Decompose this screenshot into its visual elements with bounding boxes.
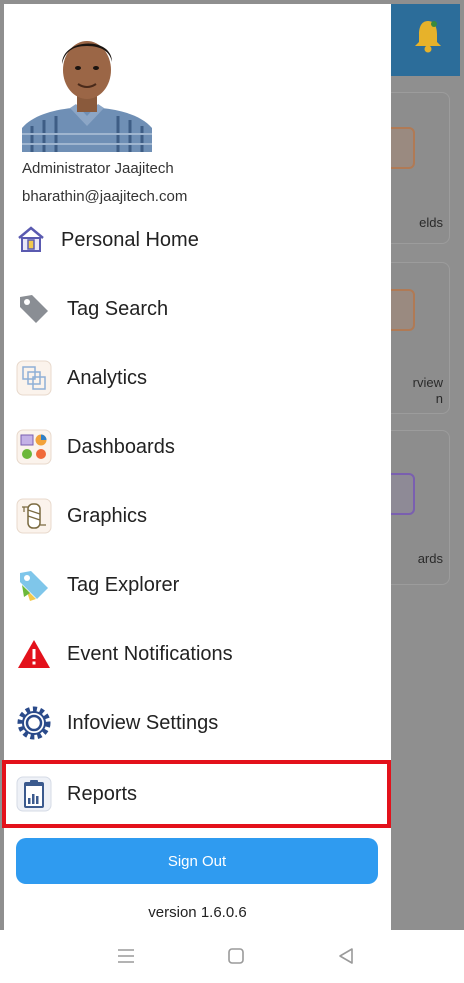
graphics-icon: [16, 498, 52, 534]
menu-item-personal-home[interactable]: Personal Home: [4, 212, 391, 268]
card-label: ards: [417, 551, 443, 566]
menu-item-label: Personal Home: [61, 228, 199, 251]
menu-item-event-notifications[interactable]: Event Notifications: [4, 626, 391, 682]
menu-item-label: Tag Search: [67, 297, 169, 320]
menu-item-label: Analytics: [67, 366, 148, 389]
back-triangle-icon[interactable]: [334, 944, 358, 968]
menu-item-tag-search[interactable]: Tag Search: [4, 281, 391, 337]
home-square-icon[interactable]: [224, 944, 248, 968]
menu-item-graphics[interactable]: Graphics: [4, 488, 391, 544]
menu-item-dashboards[interactable]: Dashboards: [4, 419, 391, 475]
menu-item-infoview-settings[interactable]: Infoview Settings: [4, 695, 391, 751]
menu-item-label: Infoview Settings: [67, 711, 219, 734]
menu-item-reports[interactable]: Reports: [2, 760, 391, 828]
card-label: elds: [419, 215, 443, 230]
user-email: bharathin@jaajitech.com: [22, 188, 188, 205]
analytics-icon: [16, 360, 52, 396]
card-label: n: [435, 391, 443, 406]
menu-icon[interactable]: [114, 944, 138, 968]
menu-item-label: Reports: [67, 782, 138, 805]
menu-item-label: Graphics: [67, 504, 148, 527]
avatar: [22, 26, 152, 152]
gear-icon: [16, 705, 52, 741]
warning-icon: [16, 636, 52, 672]
menu-item-analytics[interactable]: Analytics: [4, 350, 391, 406]
menu-item-tag-explorer[interactable]: Tag Explorer: [4, 557, 391, 613]
house-icon: [16, 224, 46, 254]
menu-item-label: Dashboards: [67, 435, 175, 458]
bell-icon[interactable]: [412, 18, 444, 54]
system-nav-bar: [0, 930, 464, 983]
user-name: Administrator Jaajitech: [22, 160, 174, 177]
menu-item-label: Event Notifications: [67, 642, 233, 665]
tag-explorer-icon: [16, 567, 52, 603]
sign-out-button[interactable]: Sign Out: [16, 838, 378, 884]
menu-item-label: Tag Explorer: [67, 573, 180, 596]
card-label: rview: [412, 375, 443, 390]
navigation-drawer: Administrator Jaajitech bharathin@jaajit…: [2, 4, 391, 930]
clipboard-report-icon: [16, 776, 52, 812]
version-text: version 1.6.0.6: [148, 904, 247, 921]
tag-icon: [16, 291, 52, 327]
dashboard-icon: [16, 429, 52, 465]
